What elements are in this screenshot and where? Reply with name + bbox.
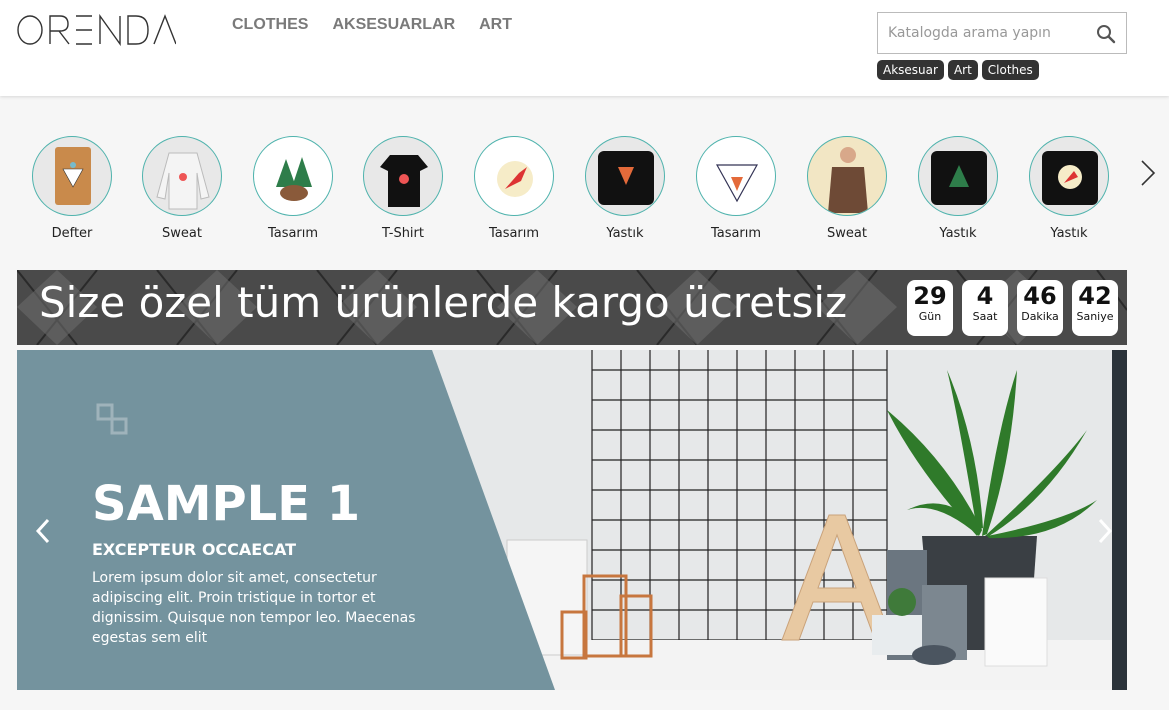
countdown-unit: Gün	[918, 310, 942, 323]
countdown-unit: Saniye	[1076, 310, 1114, 323]
category-item[interactable]: Yastık	[570, 136, 680, 241]
header: CLOTHES AKSESUARLAR ART Aksesuar Art Clo…	[0, 0, 1169, 96]
category-carousel: Defter Sweat Tasarım T-Shirt Tasarım Yas…	[17, 136, 1127, 246]
category-label: Defter	[51, 226, 93, 241]
tag-aksesuar[interactable]: Aksesuar	[877, 60, 944, 80]
black-tshirt-product-image	[363, 136, 443, 216]
category-item[interactable]: Yastık	[903, 136, 1013, 241]
countdown-hours: 4 Saat	[962, 280, 1008, 336]
hero-slider: SAMPLE 1 EXCEPTEUR OCCAECAT Lorem ipsum …	[17, 350, 1127, 690]
nav-clothes[interactable]: CLOTHES	[232, 16, 308, 34]
countdown-unit: Dakika	[1021, 310, 1059, 323]
black-pillow-fox-image	[585, 136, 665, 216]
category-label: T-Shirt	[382, 226, 424, 241]
bear-forest-design-image	[253, 136, 333, 216]
black-pillow-forest-image	[918, 136, 998, 216]
category-item[interactable]: Tasarım	[459, 136, 569, 241]
search-input[interactable]	[878, 13, 1088, 53]
main-nav: CLOTHES AKSESUARLAR ART	[232, 16, 512, 34]
search-box	[877, 12, 1127, 54]
category-item[interactable]: Sweat	[127, 136, 237, 241]
countdown-value: 4	[976, 282, 994, 310]
category-item[interactable]: T-Shirt	[348, 136, 458, 241]
category-label: Yastık	[606, 226, 644, 241]
category-label: Tasarım	[267, 226, 319, 241]
slide-title: SAMPLE 1	[92, 476, 361, 532]
category-label: Sweat	[162, 226, 202, 241]
orenda-logo	[17, 13, 177, 47]
category-item[interactable]: Sweat	[792, 136, 902, 241]
countdown-unit: Saat	[972, 310, 998, 323]
category-label: Yastık	[1050, 226, 1088, 241]
fox-triangle-design-image	[696, 136, 776, 216]
category-label: Tasarım	[710, 226, 762, 241]
nav-art[interactable]: ART	[479, 16, 512, 34]
category-label: Yastık	[939, 226, 977, 241]
notebook-product-image	[32, 136, 112, 216]
category-label: Sweat	[827, 226, 867, 241]
chevron-left-icon[interactable]	[33, 516, 53, 546]
category-item[interactable]: Tasarım	[681, 136, 791, 241]
promo-banner: Size özel tüm ürünlerde kargo ücretsiz 2…	[17, 270, 1127, 345]
category-item[interactable]: Defter	[17, 136, 127, 241]
category-item[interactable]: Tasarım	[238, 136, 348, 241]
tag-clothes[interactable]: Clothes	[981, 60, 1039, 80]
slide-description: Lorem ipsum dolor sit amet, consectetur …	[92, 570, 416, 646]
chevron-right-icon[interactable]	[1138, 158, 1158, 188]
slide-subtitle: EXCEPTEUR OCCAECAT	[92, 540, 297, 559]
countdown-value: 46	[1023, 282, 1057, 310]
countdown-value: 29	[913, 282, 947, 310]
brown-sweatshirt-model-image	[807, 136, 887, 216]
hummingbird-design-image	[474, 136, 554, 216]
black-pillow-bird-image	[1029, 136, 1109, 216]
countdown-minutes: 46 Dakika	[1017, 280, 1063, 336]
search-icon[interactable]	[1096, 24, 1116, 44]
tag-art[interactable]: Art	[947, 60, 978, 80]
countdown-days: 29 Gün	[907, 280, 953, 336]
chevron-right-icon[interactable]	[1095, 516, 1115, 546]
countdown-seconds: 42 Saniye	[1072, 280, 1118, 336]
free-shipping-text: Size özel tüm ürünlerde kargo ücretsiz	[39, 278, 848, 327]
countdown-value: 42	[1078, 282, 1112, 310]
category-label: Tasarım	[488, 226, 540, 241]
nav-aksesuarlar[interactable]: AKSESUARLAR	[332, 16, 455, 34]
popular-tags: Aksesuar Art Clothes	[877, 60, 1039, 80]
white-sweatshirt-product-image	[142, 136, 222, 216]
site-logo[interactable]	[16, 12, 177, 57]
category-item[interactable]: Yastık	[1014, 136, 1124, 241]
